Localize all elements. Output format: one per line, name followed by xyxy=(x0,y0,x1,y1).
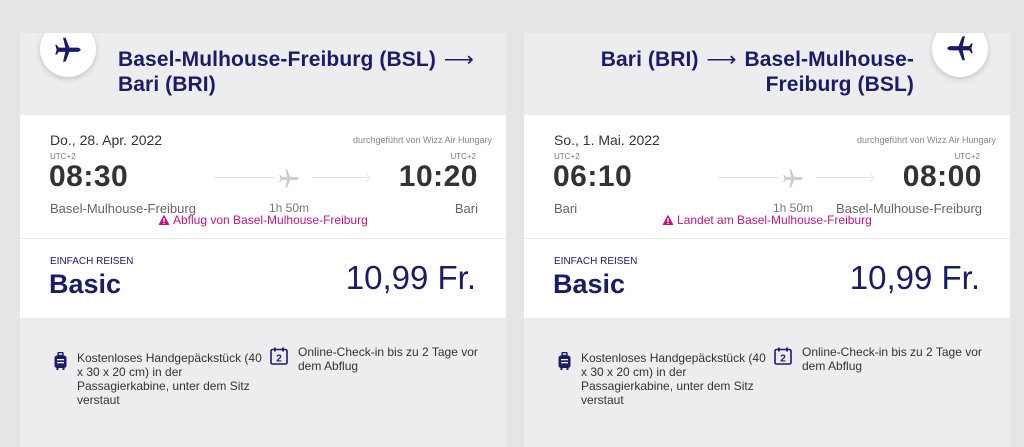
track-arrow-head xyxy=(360,172,371,183)
flight-details: So., 1. Mai. 2022 durchgeführt von Wizz … xyxy=(524,115,1010,238)
arrival-time: 10:20 xyxy=(398,160,478,193)
feature-bag: Kostenloses Handgepäckstück (40 x 30 x 2… xyxy=(54,345,262,407)
fare-features: Kostenloses Handgepäckstück (40 x 30 x 2… xyxy=(524,318,1010,447)
svg-text:2: 2 xyxy=(276,354,282,365)
svg-text:2: 2 xyxy=(780,354,786,365)
notice-text: Abflug von Basel-Mulhouse-Freiburg xyxy=(173,213,368,227)
feature-checkin: 2 Online-Check-in bis zu 2 Tage vor dem … xyxy=(774,345,992,373)
airport-notice: Abflug von Basel-Mulhouse-Freiburg xyxy=(158,213,368,227)
feature-checkin: 2 Online-Check-in bis zu 2 Tage vor dem … xyxy=(270,345,488,373)
feature-bag: Kostenloses Handgepäckstück (40 x 30 x 2… xyxy=(558,345,766,407)
flight-date: So., 1. Mai. 2022 xyxy=(554,132,660,148)
operator-text: durchgeführt von Wizz Air Hungary xyxy=(856,135,996,145)
operator-text: durchgeführt von Wizz Air Hungary xyxy=(352,135,492,145)
warning-icon xyxy=(158,214,170,225)
flight-date: Do., 28. Apr. 2022 xyxy=(50,132,163,148)
fare-section: EINFACH REISEN Basic 10,99 Fr. xyxy=(524,238,1010,318)
calendar-icon: 2 xyxy=(774,347,792,365)
track-line-left xyxy=(214,177,274,178)
route-title: Basel-Mulhouse-Freiburg (BSL) ⟶ Bari (BRI… xyxy=(118,47,498,97)
fare-price: 10,99 Fr. xyxy=(345,259,476,296)
departure-time: 06:10 xyxy=(553,160,633,193)
arrival-city: Bari xyxy=(454,201,478,216)
luggage-icon xyxy=(54,352,67,370)
fare-price: 10,99 Fr. xyxy=(849,259,980,296)
route-destination: Basel-Mulhouse-Freiburg (BSL) xyxy=(744,48,914,96)
fare-section: EINFACH REISEN Basic 10,99 Fr. xyxy=(20,238,506,318)
feature-bag-text: Kostenloses Handgepäckstück (40 x 30 x 2… xyxy=(77,351,262,407)
fare-type: EINFACH REISEN xyxy=(50,256,134,267)
plane-icon xyxy=(783,169,803,188)
route-arrow-icon: ⟶ xyxy=(443,48,474,71)
feature-bag-text: Kostenloses Handgepäckstück (40 x 30 x 2… xyxy=(581,351,766,407)
feature-checkin-text: Online-Check-in bis zu 2 Tage vor dem Ab… xyxy=(298,345,478,373)
departure-time: 08:30 xyxy=(49,160,129,193)
route-title: Bari (BRI) ⟶ Basel-Mulhouse-Freiburg (BS… xyxy=(544,47,914,97)
feature-checkin-text: Online-Check-in bis zu 2 Tage vor dem Ab… xyxy=(802,345,982,373)
track-arrow-head xyxy=(864,172,875,183)
fare-name: Basic xyxy=(49,269,122,299)
fare-type: EINFACH REISEN xyxy=(554,256,638,267)
fare-name: Basic xyxy=(553,269,626,299)
departure-city: Bari xyxy=(554,201,578,216)
calendar-icon: 2 xyxy=(270,347,288,365)
track-line-left xyxy=(718,177,778,178)
route-destination: Bari (BRI) xyxy=(118,73,216,96)
flight-details: Do., 28. Apr. 2022 durchgeführt von Wizz… xyxy=(20,115,506,238)
outbound-flight-card[interactable]: Basel-Mulhouse-Freiburg (BSL) ⟶ Bari (BRI… xyxy=(20,33,506,447)
fare-features: Kostenloses Handgepäckstück (40 x 30 x 2… xyxy=(20,318,506,447)
return-flight-card[interactable]: Bari (BRI) ⟶ Basel-Mulhouse-Freiburg (BS… xyxy=(524,33,1010,447)
plane-icon xyxy=(279,169,299,188)
arrival-time: 08:00 xyxy=(902,160,982,193)
route-origin: Bari (BRI) xyxy=(600,48,699,71)
plane-icon xyxy=(947,36,973,61)
luggage-icon xyxy=(558,352,571,370)
plane-icon xyxy=(55,37,81,62)
warning-icon xyxy=(662,214,674,225)
route-origin: Basel-Mulhouse-Freiburg (BSL) xyxy=(118,48,436,71)
notice-text: Landet am Basel-Mulhouse-Freiburg xyxy=(677,213,872,227)
airport-notice: Landet am Basel-Mulhouse-Freiburg xyxy=(662,213,872,227)
route-arrow-icon: ⟶ xyxy=(706,48,737,71)
